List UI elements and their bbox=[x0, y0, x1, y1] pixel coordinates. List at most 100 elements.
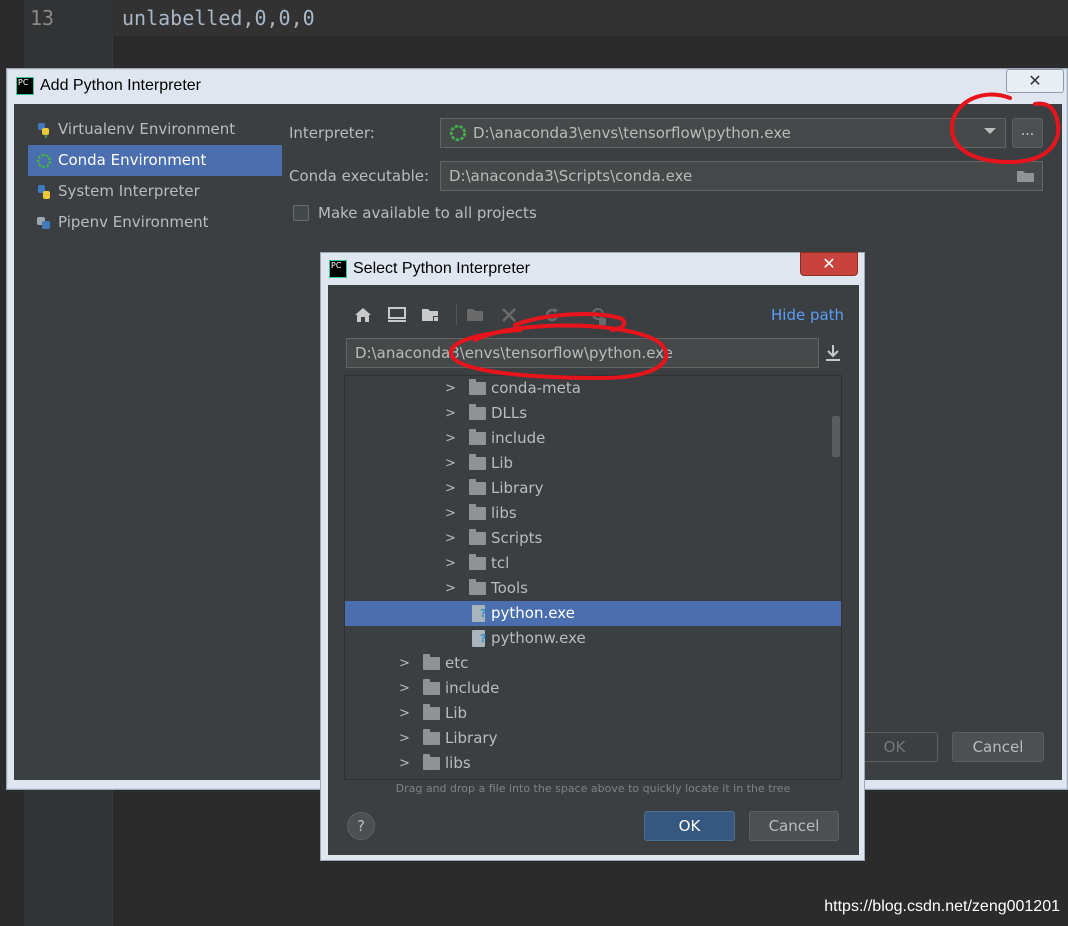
outer-cancel-button[interactable]: Cancel bbox=[952, 732, 1044, 762]
tree-label: libs bbox=[445, 754, 471, 772]
make-available-checkbox[interactable] bbox=[293, 205, 309, 221]
close-button[interactable]: ✕ bbox=[800, 252, 858, 276]
conda-executable-value: D:\anaconda3\Scripts\conda.exe bbox=[449, 167, 693, 185]
desktop-icon[interactable] bbox=[387, 306, 407, 324]
dialog-title: Add Python Interpreter bbox=[40, 77, 201, 94]
help-button[interactable]: ? bbox=[347, 812, 375, 840]
tree-row[interactable]: > include bbox=[345, 426, 841, 451]
close-button[interactable]: ✕ bbox=[1006, 69, 1064, 93]
browse-interpreter-button[interactable]: ... bbox=[1012, 118, 1043, 148]
line-number: 13 bbox=[30, 6, 55, 30]
sidebar-item-conda[interactable]: Conda Environment bbox=[28, 145, 282, 176]
chevron-right-icon[interactable]: > bbox=[445, 501, 457, 526]
chevron-right-icon[interactable]: > bbox=[399, 676, 411, 701]
environment-type-list: v Virtualenv Environment Conda Environme… bbox=[28, 114, 282, 238]
make-available-label: Make available to all projects bbox=[318, 204, 537, 222]
tree-label: DLLs bbox=[491, 404, 528, 422]
inner-cancel-button[interactable]: Cancel bbox=[749, 811, 839, 841]
chevron-right-icon[interactable]: > bbox=[399, 701, 411, 726]
sidebar-item-system-interpreter[interactable]: System Interpreter bbox=[28, 176, 282, 207]
hide-path-link[interactable]: Hide path bbox=[771, 306, 844, 324]
home-icon[interactable] bbox=[354, 306, 372, 324]
tree-row[interactable]: > Library bbox=[345, 726, 841, 751]
tree-row[interactable]: > Library bbox=[345, 476, 841, 501]
tree-row[interactable]: > Tools bbox=[345, 576, 841, 601]
folder-icon bbox=[469, 404, 486, 420]
sidebar-item-label: Conda Environment bbox=[58, 151, 207, 169]
new-folder-icon[interactable] bbox=[466, 306, 486, 324]
chevron-right-icon[interactable]: > bbox=[445, 376, 457, 401]
tree-label: tcl bbox=[491, 554, 510, 572]
tree-label: Library bbox=[491, 479, 544, 497]
chevron-down-icon[interactable] bbox=[984, 128, 996, 134]
conda-executable-field[interactable]: D:\anaconda3\Scripts\conda.exe bbox=[440, 161, 1043, 191]
tree-row[interactable]: > libs bbox=[345, 751, 841, 776]
code-line[interactable]: unlabelled,0,0,0 bbox=[122, 6, 315, 30]
tree-row-selected[interactable]: python.exe bbox=[345, 601, 841, 626]
chevron-right-icon[interactable]: > bbox=[445, 476, 457, 501]
tree-row[interactable]: > DLLs bbox=[345, 401, 841, 426]
tree-label: libs bbox=[491, 504, 517, 522]
conda-icon bbox=[449, 124, 467, 142]
watermark: https://blog.csdn.net/zeng001201 bbox=[824, 898, 1060, 915]
interpreter-combobox[interactable]: D:\anaconda3\envs\tensorflow\python.exe bbox=[440, 118, 1006, 148]
folder-icon bbox=[423, 729, 440, 745]
chevron-right-icon[interactable]: > bbox=[445, 401, 457, 426]
pipenv-icon bbox=[37, 217, 50, 229]
tree-row[interactable]: > tcl bbox=[345, 551, 841, 576]
tree-row[interactable]: > Lib bbox=[345, 701, 841, 726]
tree-label: Tools bbox=[491, 579, 528, 597]
chevron-right-icon[interactable]: > bbox=[399, 726, 411, 751]
sidebar-item-pipenv[interactable]: Pipenv Environment bbox=[28, 207, 282, 238]
tree-scrollbar-thumb[interactable] bbox=[832, 416, 840, 457]
folder-icon bbox=[469, 579, 486, 595]
download-icon[interactable] bbox=[824, 343, 842, 363]
tree-row[interactable]: pythonw.exe bbox=[345, 626, 841, 651]
folder-open-icon[interactable] bbox=[1016, 168, 1036, 184]
chevron-right-icon[interactable]: > bbox=[445, 526, 457, 551]
tree-label: python.exe bbox=[491, 604, 575, 622]
pycharm-logo-icon: PC bbox=[16, 77, 34, 95]
python-virtualenv-icon: v bbox=[38, 123, 49, 138]
file-tree[interactable]: > conda-meta > DLLs > include > Lib > Li… bbox=[344, 375, 842, 780]
sidebar-item-label: Virtualenv Environment bbox=[58, 120, 236, 138]
chevron-right-icon[interactable]: > bbox=[399, 651, 411, 676]
folder-icon bbox=[423, 704, 440, 720]
folder-icon bbox=[469, 504, 486, 520]
svg-text:v: v bbox=[44, 132, 48, 138]
drag-drop-hint: Drag and drop a file into the space abov… bbox=[395, 782, 791, 795]
folder-icon bbox=[469, 429, 486, 445]
folder-icon bbox=[469, 529, 486, 545]
tree-label: conda-meta bbox=[491, 379, 581, 397]
folder-icon bbox=[423, 654, 440, 670]
chevron-right-icon[interactable]: > bbox=[445, 451, 457, 476]
interpreter-value: D:\anaconda3\envs\tensorflow\python.exe bbox=[473, 124, 791, 142]
interpreter-label: Interpreter: bbox=[289, 124, 375, 142]
chevron-right-icon[interactable]: > bbox=[445, 426, 457, 451]
tree-row[interactable]: > include bbox=[345, 676, 841, 701]
sidebar-item-virtualenv[interactable]: v Virtualenv Environment bbox=[28, 114, 282, 145]
python-file-icon bbox=[472, 630, 486, 647]
folder-icon bbox=[469, 454, 486, 470]
tree-row[interactable]: > Scripts bbox=[345, 526, 841, 551]
tree-row[interactable]: > conda-meta bbox=[345, 376, 841, 401]
tree-label: Lib bbox=[491, 454, 514, 472]
chevron-right-icon[interactable]: > bbox=[399, 751, 411, 776]
sidebar-item-label: System Interpreter bbox=[58, 182, 200, 200]
chevron-right-icon[interactable]: > bbox=[445, 576, 457, 601]
show-hidden-icon[interactable] bbox=[589, 306, 609, 326]
folder-icon bbox=[469, 379, 486, 395]
tree-label: etc bbox=[445, 654, 469, 672]
python-icon bbox=[38, 185, 50, 199]
chevron-right-icon[interactable]: > bbox=[445, 551, 457, 576]
tree-label: include bbox=[491, 429, 546, 447]
path-input[interactable]: D:\anaconda3\envs\tensorflow\python.exe bbox=[346, 338, 819, 368]
refresh-icon[interactable] bbox=[543, 306, 561, 324]
tree-row[interactable]: > etc bbox=[345, 651, 841, 676]
tree-row[interactable]: > libs bbox=[345, 501, 841, 526]
tree-row[interactable]: > Lib bbox=[345, 451, 841, 476]
delete-icon[interactable] bbox=[500, 306, 518, 324]
project-folder-icon[interactable] bbox=[421, 306, 441, 324]
dialog-title: Select Python Interpreter bbox=[353, 260, 530, 277]
inner-ok-button[interactable]: OK bbox=[644, 811, 735, 841]
